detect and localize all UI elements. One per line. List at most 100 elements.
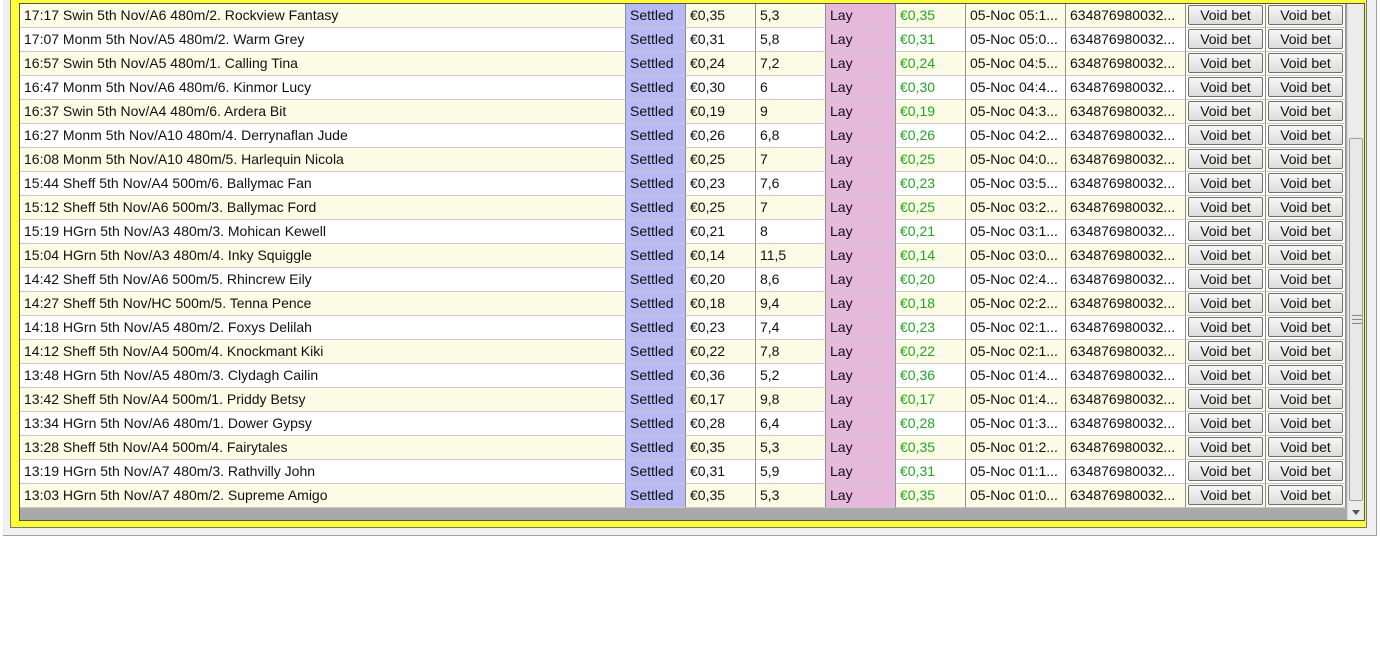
liability-cell: €0,25	[896, 148, 966, 172]
table-row[interactable]: 13:03 HGrn 5th Nov/A7 480m/2. Supreme Am…	[20, 484, 1346, 508]
void-bet-button[interactable]: Void bet	[1268, 485, 1343, 505]
void-bet-button[interactable]: Void bet	[1268, 173, 1343, 193]
table-row[interactable]: 13:28 Sheff 5th Nov/A4 500m/4. Fairytale…	[20, 436, 1346, 460]
void-bet-button[interactable]: Void bet	[1268, 5, 1343, 25]
void-cell: Void bet	[1266, 244, 1346, 268]
bets-grid[interactable]: 17:17 Swin 5th Nov/A6 480m/2. Rockview F…	[19, 3, 1365, 521]
void-bet-button[interactable]: Void bet	[1268, 269, 1343, 289]
void-bet-button[interactable]: Void bet	[1268, 149, 1343, 169]
void-bet-button[interactable]: Void bet	[1268, 389, 1343, 409]
void-bet-button[interactable]: Void bet	[1268, 461, 1343, 481]
table-row[interactable]: 14:12 Sheff 5th Nov/A4 500m/4. Knockmant…	[20, 340, 1346, 364]
liability-cell: €0,28	[896, 412, 966, 436]
status-cell: Settled	[626, 148, 686, 172]
odds-cell: 5,3	[756, 4, 826, 28]
table-row[interactable]: 16:37 Swin 5th Nov/A4 480m/6. Ardera Bit…	[20, 100, 1346, 124]
table-row[interactable]: 17:17 Swin 5th Nov/A6 480m/2. Rockview F…	[20, 4, 1346, 28]
odds-cell: 7,6	[756, 172, 826, 196]
bet-name-cell: 14:18 HGrn 5th Nov/A5 480m/2. Foxys Deli…	[20, 316, 626, 340]
table-row[interactable]: 13:34 HGrn 5th Nov/A6 480m/1. Dower Gyps…	[20, 412, 1346, 436]
void-cell: Void bet	[1186, 148, 1266, 172]
table-row[interactable]: 17:07 Monm 5th Nov/A5 480m/2. Warm Grey S…	[20, 28, 1346, 52]
bet-name-cell: 13:28 Sheff 5th Nov/A4 500m/4. Fairytale…	[20, 436, 626, 460]
void-bet-button[interactable]: Void bet	[1188, 77, 1263, 97]
table-row[interactable]: 16:27 Monm 5th Nov/A10 480m/4. Derrynafl…	[20, 124, 1346, 148]
liability-cell: €0,23	[896, 172, 966, 196]
liability-cell: €0,25	[896, 196, 966, 220]
void-bet-button[interactable]: Void bet	[1268, 341, 1343, 361]
void-cell: Void bet	[1266, 460, 1346, 484]
table-row[interactable]: 16:08 Monm 5th Nov/A10 480m/5. Harlequin…	[20, 148, 1346, 172]
table-row[interactable]: 14:42 Sheff 5th Nov/A6 500m/5. Rhincrew …	[20, 268, 1346, 292]
void-bet-button[interactable]: Void bet	[1268, 437, 1343, 457]
void-bet-button[interactable]: Void bet	[1188, 413, 1263, 433]
liability-cell: €0,24	[896, 52, 966, 76]
void-cell: Void bet	[1266, 196, 1346, 220]
void-bet-button[interactable]: Void bet	[1268, 317, 1343, 337]
arrow-down-icon[interactable]	[1352, 510, 1360, 515]
void-bet-button[interactable]: Void bet	[1188, 461, 1263, 481]
void-cell: Void bet	[1186, 340, 1266, 364]
status-cell: Settled	[626, 316, 686, 340]
stake-cell: €0,31	[686, 460, 756, 484]
bet-id-cell: 634876980032...	[1066, 436, 1186, 460]
table-row[interactable]: 13:48 HGrn 5th Nov/A5 480m/3. Clydagh Ca…	[20, 364, 1346, 388]
scrollbar-thumb[interactable]: ― ― ―	[1349, 138, 1363, 501]
stake-cell: €0,28	[686, 412, 756, 436]
void-cell: Void bet	[1186, 268, 1266, 292]
bet-id-cell: 634876980032...	[1066, 124, 1186, 148]
bet-name-cell: 15:04 HGrn 5th Nov/A3 480m/4. Inky Squig…	[20, 244, 626, 268]
void-bet-button[interactable]: Void bet	[1268, 125, 1343, 145]
table-row[interactable]: 16:57 Swin 5th Nov/A5 480m/1. Calling Ti…	[20, 52, 1346, 76]
date-cell: 05-Noc 02:1...	[966, 340, 1066, 364]
void-bet-button[interactable]: Void bet	[1188, 173, 1263, 193]
table-row[interactable]: 14:18 HGrn 5th Nov/A5 480m/2. Foxys Deli…	[20, 316, 1346, 340]
table-row[interactable]: 14:27 Sheff 5th Nov/HC 500m/5. Tenna Pen…	[20, 292, 1346, 316]
void-bet-button[interactable]: Void bet	[1188, 341, 1263, 361]
void-bet-button[interactable]: Void bet	[1188, 197, 1263, 217]
bet-type-cell: Lay	[826, 220, 896, 244]
table-row[interactable]: 15:12 Sheff 5th Nov/A6 500m/3. Ballymac …	[20, 196, 1346, 220]
bet-name-cell: 16:57 Swin 5th Nov/A5 480m/1. Calling Ti…	[20, 52, 626, 76]
void-bet-button[interactable]: Void bet	[1188, 317, 1263, 337]
void-bet-button[interactable]: Void bet	[1188, 53, 1263, 73]
void-bet-button[interactable]: Void bet	[1188, 125, 1263, 145]
void-bet-button[interactable]: Void bet	[1268, 413, 1343, 433]
void-bet-button[interactable]: Void bet	[1188, 221, 1263, 241]
void-bet-button[interactable]: Void bet	[1188, 365, 1263, 385]
table-row[interactable]: 15:19 HGrn 5th Nov/A3 480m/3. Mohican Ke…	[20, 220, 1346, 244]
status-cell: Settled	[626, 484, 686, 508]
void-bet-button[interactable]: Void bet	[1268, 29, 1343, 49]
void-bet-button[interactable]: Void bet	[1268, 293, 1343, 313]
void-bet-button[interactable]: Void bet	[1268, 53, 1343, 73]
void-bet-button[interactable]: Void bet	[1188, 389, 1263, 409]
void-bet-button[interactable]: Void bet	[1188, 437, 1263, 457]
table-row[interactable]: 13:19 HGrn 5th Nov/A7 480m/3. Rathvilly …	[20, 460, 1346, 484]
void-bet-button[interactable]: Void bet	[1268, 365, 1343, 385]
void-bet-button[interactable]: Void bet	[1188, 485, 1263, 505]
void-bet-button[interactable]: Void bet	[1188, 245, 1263, 265]
status-cell: Settled	[626, 388, 686, 412]
status-cell: Settled	[626, 412, 686, 436]
odds-cell: 5,2	[756, 364, 826, 388]
void-bet-button[interactable]: Void bet	[1188, 149, 1263, 169]
void-bet-button[interactable]: Void bet	[1188, 101, 1263, 121]
void-cell: Void bet	[1266, 172, 1346, 196]
void-bet-button[interactable]: Void bet	[1268, 197, 1343, 217]
void-bet-button[interactable]: Void bet	[1268, 245, 1343, 265]
void-bet-button[interactable]: Void bet	[1268, 77, 1343, 97]
bet-id-cell: 634876980032...	[1066, 460, 1186, 484]
void-bet-button[interactable]: Void bet	[1188, 29, 1263, 49]
table-row[interactable]: 13:42 Sheff 5th Nov/A4 500m/1. Priddy Be…	[20, 388, 1346, 412]
void-bet-button[interactable]: Void bet	[1188, 269, 1263, 289]
void-bet-button[interactable]: Void bet	[1188, 5, 1263, 25]
bet-id-cell: 634876980032...	[1066, 292, 1186, 316]
void-cell: Void bet	[1266, 316, 1346, 340]
void-bet-button[interactable]: Void bet	[1268, 101, 1343, 121]
void-bet-button[interactable]: Void bet	[1188, 293, 1263, 313]
vertical-scrollbar[interactable]: ― ― ―	[1347, 4, 1364, 520]
table-row[interactable]: 15:44 Sheff 5th Nov/A4 500m/6. Ballymac …	[20, 172, 1346, 196]
table-row[interactable]: 15:04 HGrn 5th Nov/A3 480m/4. Inky Squig…	[20, 244, 1346, 268]
void-bet-button[interactable]: Void bet	[1268, 221, 1343, 241]
table-row[interactable]: 16:47 Monm 5th Nov/A6 480m/6. Kinmor Luc…	[20, 76, 1346, 100]
